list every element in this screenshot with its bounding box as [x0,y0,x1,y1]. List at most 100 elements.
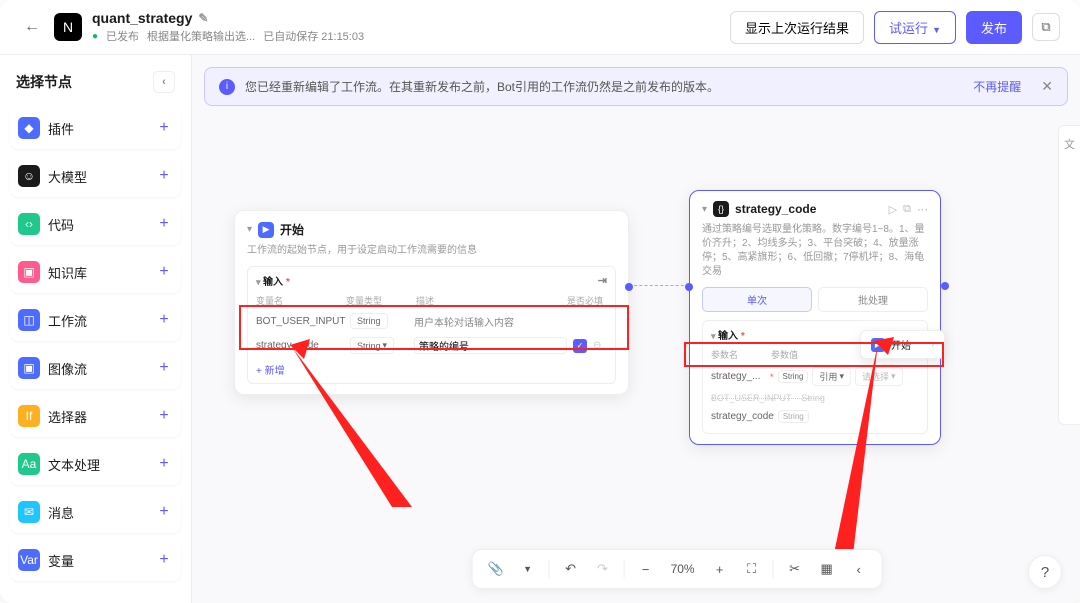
value-select[interactable]: 请选择 ▾ [855,367,903,386]
node-type-icon: If [18,405,40,427]
debug-icon[interactable]: ▷ [889,203,897,216]
tidy-button[interactable]: ✂ [782,556,808,582]
page-title: quant_strategy [92,10,192,26]
sidebar-item-label: 大模型 [48,167,87,186]
zoom-level: 70% [665,562,701,576]
input-row: strategy_code String ▾ ✓ ⊖ [256,333,607,358]
sidebar-item-label: 知识库 [48,263,87,282]
sidebar-item-label: 插件 [48,119,74,138]
ref-select[interactable]: 引用 ▾ [812,367,851,386]
sidebar-item-label: 选择器 [48,407,87,426]
notice-text: 您已经重新编辑了工作流。在其重新发布之前，Bot引用的工作流仍然是之前发布的版本… [245,78,963,95]
sidebar-item[interactable]: ▣ 知识库 + [10,251,181,293]
tab-batch[interactable]: 批处理 [818,287,928,312]
add-node-button[interactable]: + [155,551,173,569]
node-type-icon: ▣ [18,261,40,283]
required-checkbox[interactable]: ✓ [573,339,587,353]
attach-dropdown[interactable]: ▼ [515,556,541,582]
chevron-down-icon: ▼ [932,25,941,35]
notice-banner: i 您已经重新编辑了工作流。在其重新发布之前，Bot引用的工作流仍然是之前发布的… [204,67,1068,106]
layout-button[interactable]: ▦ [814,556,840,582]
sidebar-title: 选择节点 [16,72,72,92]
dropdown-option[interactable]: strategy_code [711,411,774,422]
copy-node-icon[interactable]: ⧉ [903,203,911,216]
code-node-icon: {} [713,201,729,217]
fit-button[interactable]: ⛶ [739,556,765,582]
type-select[interactable]: String ▾ [350,337,394,354]
redo-button[interactable]: ↷ [590,556,616,582]
start-node-icon: ▶ [258,222,274,238]
back-button[interactable]: ← [20,14,44,40]
zoom-in-button[interactable]: + [707,556,733,582]
copy-button[interactable]: ⧉ [1032,13,1060,41]
input-row: BOT_USER_INPUT String 用户本轮对话输入内容 [256,309,607,333]
sidebar-item[interactable]: If 选择器 + [10,395,181,437]
status-dot: ● [92,31,98,42]
sidebar-item-label: 工作流 [48,311,87,330]
zoom-out-button[interactable]: − [633,556,659,582]
more-icon[interactable]: ⋯ [917,203,928,216]
sidebar-item-label: 图像流 [48,359,87,378]
sidebar-item[interactable]: ◆插件+ [10,107,181,149]
delete-row-icon[interactable]: ⊖ [593,340,607,351]
subtitle-desc: 根据量化策略输出选... [147,28,255,44]
sidebar-item[interactable]: ✉ 消息 + [10,491,181,533]
add-input-button[interactable]: + 新增 [256,358,607,377]
sidebar: 选择节点 ‹ ◆插件+☺大模型+‹›代码+▣知识库+◫工作流+▣图像流+If选择… [0,55,192,603]
sidebar-item[interactable]: ◫工作流+ [10,299,181,341]
show-results-button[interactable]: 显示上次运行结果 [730,11,864,44]
node-start-desc: 工作流的起始节点，用于设定启动工作流需要的信息 [247,244,616,258]
published-label: 已发布 [106,28,139,44]
notice-dismiss-link[interactable]: 不再提醒 [973,78,1021,95]
sidebar-item[interactable]: Var变量+ [10,539,181,581]
help-button[interactable]: ? [1028,555,1062,589]
collapse-sidebar-button[interactable]: ‹ [153,71,175,93]
add-node-button[interactable]: + [155,407,173,425]
sidebar-item[interactable]: ‹› 代码 + [10,203,181,245]
edit-icon[interactable]: ✎ [198,11,208,25]
publish-button[interactable]: 发布 [966,11,1022,44]
node-strategy[interactable]: ▾ {} strategy_code ▷ ⧉ ⋯ 通过策略编号选取量化策略。数字… [689,190,941,445]
ref-popup[interactable]: ▶ 开始 › [860,330,945,359]
node-type-icon: ‹› [18,213,40,235]
header: ← N quant_strategy ✎ ● 已发布 根据量化策略输出选... … [0,0,1080,55]
add-node-button[interactable]: + [155,263,173,281]
node-type-icon: ✉ [18,501,40,523]
sidebar-item-label: 代码 [48,215,74,234]
undo-button[interactable]: ↶ [558,556,584,582]
node-strategy-desc: 通过策略编号选取量化策略。数字编号1~8。1、量价齐升；2、均线多头；3、平台突… [702,223,928,279]
tab-single[interactable]: 单次 [702,287,812,312]
sidebar-item[interactable]: ☺ 大模型 + [10,155,181,197]
chevron-right-icon: › [931,339,934,350]
param-row: strategy_... * String 引用 ▾ 请选择 ▾ [711,363,919,390]
node-type-icon: Aa [18,453,40,475]
import-icon[interactable]: ⇥ [598,274,607,287]
type-select[interactable]: String [350,313,388,329]
app-icon: N [54,13,82,41]
testrun-button[interactable]: 试运行▼ [874,11,956,44]
node-start[interactable]: ▾ ▶ 开始 工作流的起始节点，用于设定启动工作流需要的信息 ▾ 输入 * ⇥ … [234,210,629,395]
node-type-icon: Var [18,549,40,571]
add-node-button[interactable]: + [155,215,173,233]
sidebar-item[interactable]: Aa 文本处理 + [10,443,181,485]
notice-close-icon[interactable]: ✕ [1041,78,1053,95]
add-node-button[interactable]: + [155,359,173,377]
node-type-icon: ☺ [18,165,40,187]
sidebar-item[interactable]: ▣图像流+ [10,347,181,389]
start-ref-icon: ▶ [871,338,885,352]
autosave-label: 已自动保存 21:15:03 [263,28,364,44]
info-icon: i [219,79,235,95]
desc-input[interactable] [414,337,567,354]
add-node-button[interactable]: + [155,503,173,521]
side-rail[interactable]: 文 [1058,125,1080,425]
canvas: i 您已经重新编辑了工作流。在其重新发布之前，Bot引用的工作流仍然是之前发布的… [192,55,1080,603]
sidebar-item-label: 文本处理 [48,455,100,474]
add-node-button[interactable]: + [155,167,173,185]
sidebar-item-label: 消息 [48,503,74,522]
attach-button[interactable]: 📎 [483,556,509,582]
collapse-all-button[interactable]: ‹ [846,556,872,582]
add-node-button[interactable]: + [155,455,173,473]
add-node-button[interactable]: + [155,119,173,137]
node-strategy-title: strategy_code [735,202,816,216]
add-node-button[interactable]: + [155,311,173,329]
